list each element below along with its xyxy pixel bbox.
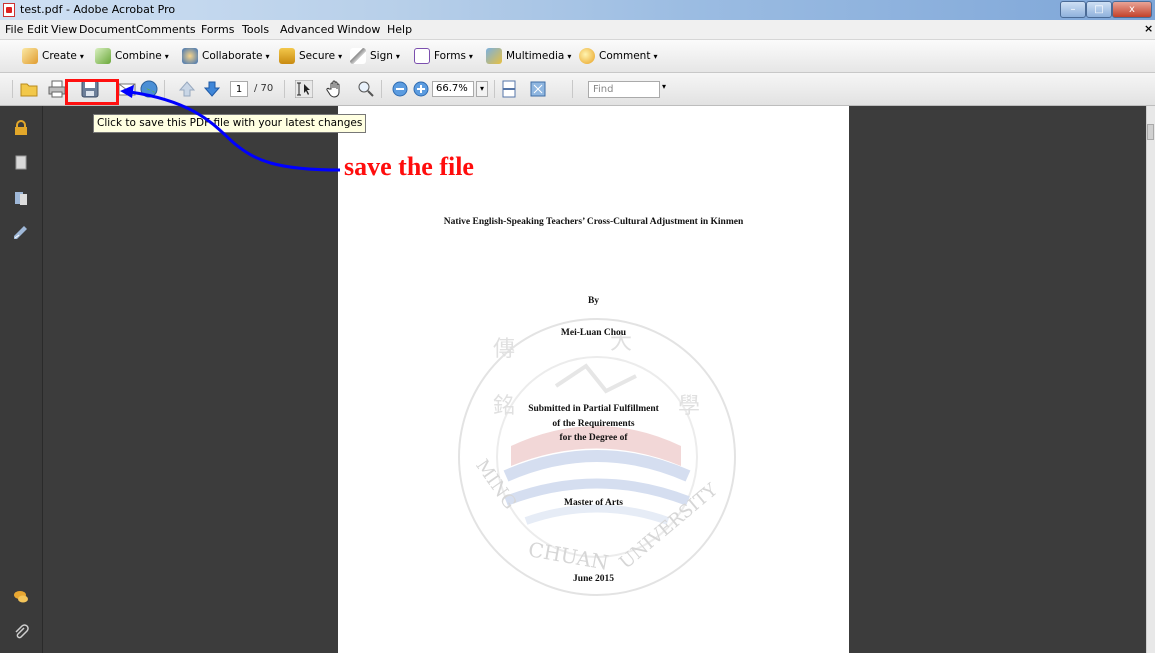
lock-icon <box>279 48 295 64</box>
annotation-arrow <box>120 85 341 172</box>
chevron-down-icon: ▾ <box>164 51 169 61</box>
multimedia-button[interactable]: Multimedia ▾ <box>486 47 571 65</box>
toolbar-separator <box>572 80 573 98</box>
find-dropdown-button[interactable]: ▾ <box>662 82 666 91</box>
forms-button[interactable]: Forms ▾ <box>414 47 473 65</box>
security-lock-icon[interactable] <box>13 120 29 136</box>
zoom-dropdown-button[interactable]: ▾ <box>476 81 488 97</box>
zoom-level-input[interactable]: 66.7% <box>432 81 474 97</box>
by-label: By <box>587 296 600 306</box>
menu-document[interactable]: Document <box>79 23 136 36</box>
comment-label: Comment <box>599 50 651 62</box>
menu-window[interactable]: Window <box>337 23 380 36</box>
menu-comments[interactable]: Comments <box>136 23 196 36</box>
menu-advanced[interactable]: Advanced <box>280 23 334 36</box>
menu-help[interactable]: Help <box>387 23 412 36</box>
window-title: test.pdf - Adobe Acrobat Pro <box>20 3 176 16</box>
comment-icon <box>579 48 595 64</box>
author-name: Mei-Luan Chou <box>560 328 627 338</box>
submission-date: June 2015 <box>573 574 614 584</box>
minimize-button[interactable]: – <box>1060 1 1086 18</box>
pen-icon <box>350 48 366 64</box>
scrollbar-thumb[interactable] <box>1147 124 1154 140</box>
menu-view[interactable]: View <box>51 23 77 36</box>
menu-file[interactable]: File <box>5 23 23 36</box>
close-document-button[interactable]: × <box>1144 22 1153 35</box>
sign-button[interactable]: Sign ▾ <box>350 47 400 65</box>
collaborate-icon <box>182 48 198 64</box>
menu-forms[interactable]: Forms <box>201 23 234 36</box>
chevron-down-icon: ▾ <box>468 51 473 61</box>
secure-button[interactable]: Secure ▾ <box>279 47 342 65</box>
combine-label: Combine <box>115 50 162 62</box>
chevron-down-icon: ▾ <box>395 51 400 61</box>
zoom-in-icon[interactable] <box>412 80 430 98</box>
create-button[interactable]: Create ▾ <box>22 47 84 65</box>
create-label: Create <box>42 50 77 62</box>
acrobat-app-icon <box>3 3 15 17</box>
submitted-line: of the Requirements <box>552 419 635 429</box>
thesis-title: Native English-Speaking Teachers’ Cross-… <box>443 217 744 227</box>
multimedia-label: Multimedia <box>506 50 565 62</box>
navigation-pane <box>0 106 43 653</box>
title-bar: test.pdf - Adobe Acrobat Pro – □ x <box>0 0 1155 20</box>
comment-button[interactable]: Comment ▾ <box>579 47 657 65</box>
collaborate-button[interactable]: Collaborate ▾ <box>182 47 269 65</box>
menu-edit[interactable]: Edit <box>27 23 48 36</box>
chevron-down-icon: ▾ <box>265 51 270 61</box>
tasks-toolbar: Create ▾ Combine ▾ Collaborate ▾ Secure ▾ Si… <box>0 40 1155 73</box>
secure-label: Secure <box>299 50 336 62</box>
combine-icon <box>95 48 111 64</box>
open-folder-icon[interactable] <box>20 80 38 98</box>
scrolling-mode-icon[interactable] <box>500 80 518 98</box>
print-icon[interactable] <box>48 80 66 98</box>
pdf-page: 傳 大 學 銘 MING CHUAN UNIVERSITY Native Eng… <box>338 106 849 653</box>
submitted-line: for the Degree of <box>559 433 628 443</box>
attachments-paperclip-icon[interactable] <box>13 624 29 640</box>
degree-name: Master of Arts <box>564 498 623 508</box>
chevron-down-icon: ▾ <box>338 51 343 61</box>
fit-page-icon[interactable] <box>529 80 547 98</box>
signatures-icon[interactable] <box>13 224 29 240</box>
pages-icon[interactable] <box>13 154 29 170</box>
sign-label: Sign <box>370 50 393 62</box>
multimedia-icon <box>486 48 502 64</box>
submitted-line: Submitted in Partial Fulfillment <box>528 404 659 414</box>
forms-icon <box>414 48 430 64</box>
chevron-down-icon: ▾ <box>79 51 84 61</box>
menu-tools[interactable]: Tools <box>242 23 269 36</box>
maximize-button[interactable]: □ <box>1086 1 1112 18</box>
zoom-out-icon[interactable] <box>391 80 409 98</box>
comments-panel-icon[interactable] <box>13 589 29 605</box>
vertical-scrollbar[interactable] <box>1146 106 1155 653</box>
forms-label: Forms <box>434 50 466 62</box>
chevron-down-icon: ▾ <box>653 51 658 61</box>
toolbar-separator <box>494 80 495 98</box>
find-input[interactable]: Find <box>588 81 660 98</box>
close-window-button[interactable]: x <box>1112 1 1152 18</box>
bookmarks-icon[interactable] <box>13 190 29 206</box>
annotation-label: save the file <box>344 152 474 181</box>
toolbar-separator <box>381 80 382 98</box>
combine-button[interactable]: Combine ▾ <box>95 47 169 65</box>
create-icon <box>22 48 38 64</box>
menu-bar: File Edit View Document Comments Forms T… <box>0 20 1155 40</box>
toolbar-grip <box>12 80 13 98</box>
chevron-down-icon: ▾ <box>567 51 572 61</box>
collaborate-label: Collaborate <box>202 50 263 62</box>
